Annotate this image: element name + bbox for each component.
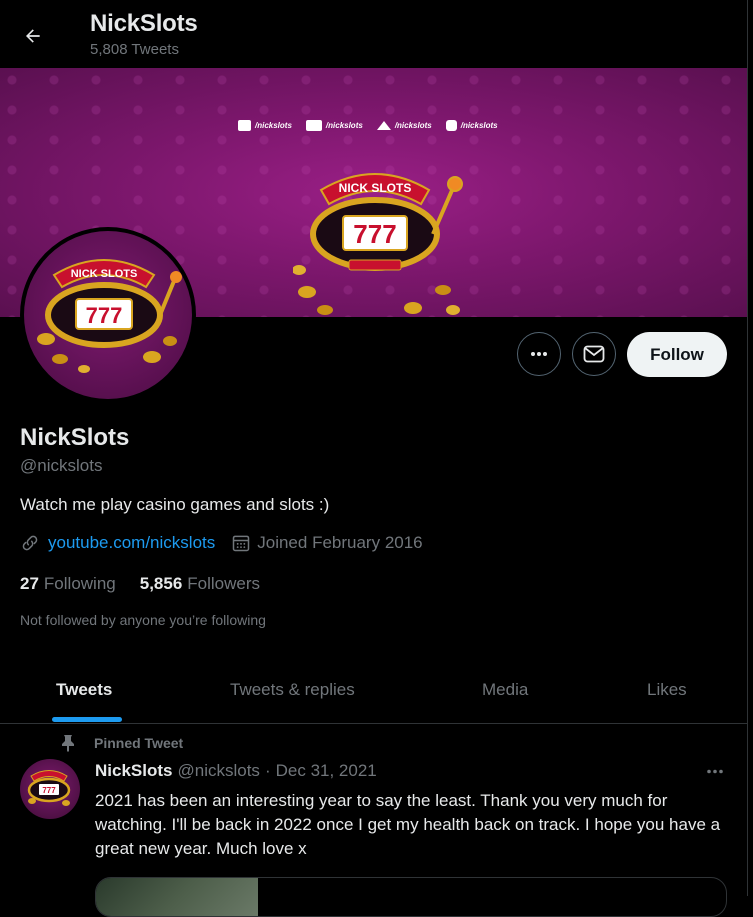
handle: @nickslots (20, 456, 103, 475)
following-label: Following (43, 574, 116, 593)
media-divider (258, 878, 260, 916)
not-followed-note: Not followed by anyone you’re following (20, 612, 266, 628)
pinned-label: Pinned Tweet (94, 735, 184, 751)
arrow-left-icon (26, 29, 40, 43)
profile-meta: youtube.com/nickslots Joined February 20… (20, 533, 423, 553)
more-options-button[interactable] (517, 332, 561, 376)
more-horizontal-icon (707, 769, 723, 773)
joined-date: Joined February 2016 (257, 533, 423, 552)
banner-social-twitter: /nickslots (376, 121, 432, 130)
tweet-count: 5,808 Tweets (90, 41, 179, 58)
tweet-author-handle[interactable]: @nickslots (177, 761, 259, 781)
profile-link[interactable]: youtube.com/nickslots (48, 533, 215, 553)
logo-digits: 777 (353, 219, 396, 249)
tweet-avatar[interactable]: 777 (20, 759, 80, 819)
profile-header: NickSlots 5,808 Tweets (0, 0, 747, 68)
link-icon (22, 535, 38, 551)
bio: Watch me play casino games and slots :) (20, 495, 330, 514)
frame-border-right (747, 0, 748, 896)
banner-social-label: /nickslots (325, 121, 363, 130)
tab-tweets-and-replies[interactable]: Tweets & replies (230, 680, 355, 700)
avatar-image: NICK SLOTS 777 (24, 231, 192, 399)
banner-social-youtube: /nickslots (305, 120, 363, 131)
tweet-media-thumbnail (96, 878, 258, 916)
banner-social-twitch: /nickslots (238, 120, 292, 131)
tweet-avatar-digits: 777 (42, 786, 56, 795)
nickslots-logo: NICK SLOTS 777 (293, 173, 463, 315)
avatar-logo: NICK SLOTS 777 (37, 259, 182, 373)
active-tab-indicator (52, 717, 122, 722)
follow-button[interactable]: Follow (627, 332, 727, 377)
tab-media[interactable]: Media (482, 680, 528, 700)
banner-social-label: /nickslots (394, 121, 432, 130)
avatar-logo-text: NICK SLOTS (71, 268, 138, 280)
tweet-author-name[interactable]: NickSlots (95, 761, 172, 781)
tweet-more-button[interactable] (700, 760, 730, 782)
banner-social-instagram: /nickslots (445, 120, 498, 131)
followers-label: Followers (187, 574, 261, 593)
logo-text: NICK SLOTS (339, 181, 412, 195)
tweet-text: 2021 has been an interesting year to say… (95, 791, 721, 858)
profile-tabs: Tweets Tweets & replies Media Likes (0, 660, 747, 724)
message-button[interactable] (572, 332, 616, 376)
back-button[interactable] (14, 17, 52, 55)
pinned-indicator: Pinned Tweet (60, 734, 183, 752)
tweet-header: NickSlots @nickslots · Dec 31, 2021 (95, 761, 377, 781)
tab-likes[interactable]: Likes (647, 680, 687, 700)
header-title: NickSlots (90, 10, 198, 37)
twitter-icon (376, 121, 391, 130)
tweet-media[interactable] (95, 877, 727, 917)
follow-counts: 27 Following 5,856 Followers (20, 574, 284, 594)
calendar-icon (233, 535, 250, 552)
tweet-date[interactable]: Dec 31, 2021 (276, 761, 377, 781)
youtube-icon (305, 120, 322, 131)
instagram-icon (445, 120, 457, 131)
following-count-link[interactable]: 27 Following (20, 574, 116, 594)
banner-social-label: /nickslots (255, 121, 292, 130)
profile-avatar[interactable]: NICK SLOTS 777 (20, 227, 196, 403)
display-name: NickSlots (20, 424, 130, 451)
pin-icon (62, 735, 74, 752)
avatar-logo-digits: 777 (86, 303, 123, 328)
envelope-icon (583, 345, 605, 363)
tweet-separator: · (264, 761, 271, 780)
followers-count-link[interactable]: 5,856 Followers (140, 574, 260, 594)
twitch-icon (238, 120, 251, 131)
more-horizontal-icon (531, 352, 547, 356)
tab-tweets[interactable]: Tweets (56, 680, 112, 700)
banner-socials: /nickslots /nickslots /nickslots /nicksl… (238, 120, 498, 131)
following-count: 27 (20, 574, 39, 593)
followers-count: 5,856 (139, 574, 183, 593)
tweet-avatar-logo: 777 (27, 770, 71, 806)
banner-social-label: /nickslots (460, 121, 498, 130)
